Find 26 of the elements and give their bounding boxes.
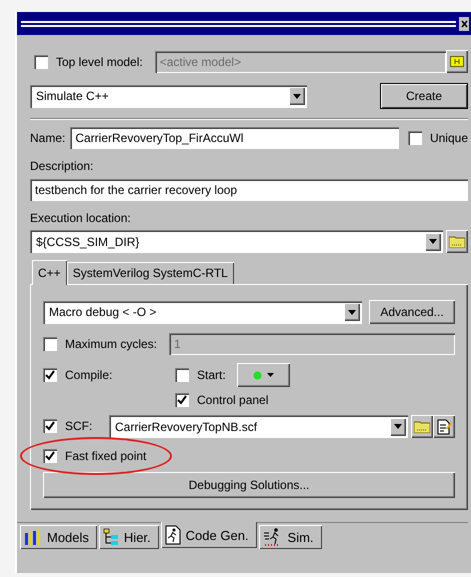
execution-location-label: Execution location: [30,211,131,225]
description-field[interactable]: testbench for the carrier recovery loop [30,179,468,201]
bottom-tab[interactable]: Hier. [98,525,159,549]
name-field[interactable]: CarrierRevoveryTop_FirAccuWl [70,127,399,149]
bottom-tab[interactable]: Sim. [258,525,322,549]
checkbox-label: Unique [430,131,468,145]
checkbox-label: Maximum cycles: [65,337,158,351]
debugging-solutions-button[interactable]: Debugging Solutions... [43,472,455,498]
create-button[interactable]: Create [380,83,468,109]
optimization-select[interactable]: Macro debug < -O > [43,300,362,324]
checkbox-label: Top level model: [56,54,143,68]
checkbox-label: Start: [197,368,226,382]
checkbox-label: Compile: [65,368,112,382]
checkbox-label: SCF: [65,419,92,433]
scf-select[interactable]: CarrierRevoveryTopNB.scf [109,415,408,438]
tab[interactable]: C++ [32,260,67,285]
name-label: Name: [30,131,66,145]
tab[interactable]: SystemVerilog SystemC-RTL [66,262,234,284]
checkbox-label: Control panel [197,393,268,407]
mode-select[interactable]: Simulate C++ [30,84,307,108]
checkbox-label: Fast fixed point [65,449,146,463]
advanced-button[interactable]: Advanced... [369,300,455,324]
execution-location-select[interactable]: ${CCSS_SIM_DIR} [30,230,443,253]
description-label: Description: [30,159,94,173]
bottom-tab[interactable]: Models [20,525,97,549]
bottom-tab[interactable]: Code Gen. [160,522,257,548]
